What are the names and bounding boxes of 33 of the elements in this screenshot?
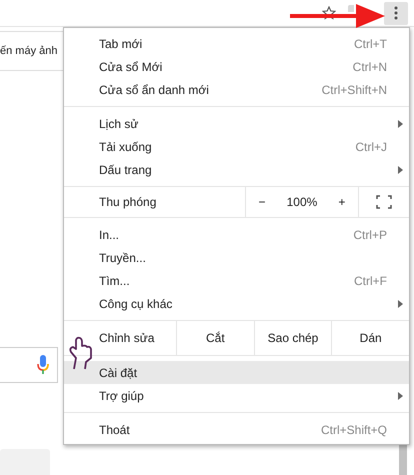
menu-item[interactable]: Lịch sử (64, 112, 409, 135)
shortcut-text: Ctrl+P (353, 228, 387, 242)
menu-item[interactable]: Cài đặt (64, 361, 409, 384)
shortcut-text: Ctrl+F (354, 274, 387, 288)
menu-item[interactable]: Trợ giúp (64, 384, 409, 407)
menu-item[interactable]: Tab mới Ctrl+T (64, 32, 409, 55)
menu-item[interactable]: Dấu trang (64, 158, 409, 181)
shortcut-text: Ctrl+N (352, 60, 387, 74)
result-text[interactable]: ến máy ảnh (0, 45, 58, 57)
star-icon[interactable] (322, 6, 336, 20)
pointer-arrow-icon (290, 1, 386, 31)
shortcut-text: Ctrl+T (354, 36, 387, 50)
more-icon (394, 6, 398, 20)
menu-button[interactable] (384, 2, 408, 24)
menu-item[interactable]: In... Ctrl+P (64, 223, 409, 246)
menu-item[interactable]: Truyền... (64, 246, 409, 269)
scrollbar[interactable] (399, 445, 407, 475)
menu-item[interactable]: Thoát Ctrl+Shift+Q (64, 418, 409, 441)
menu-item[interactable]: Tìm... Ctrl+F (64, 269, 409, 292)
shortcut-text: Ctrl+Shift+N (322, 82, 387, 96)
shortcut-text: Ctrl+J (355, 140, 387, 154)
zoom-out-button[interactable]: − (254, 193, 270, 211)
hand-cursor-icon (68, 336, 94, 370)
microphone-icon[interactable] (37, 355, 49, 375)
menu-item[interactable]: Cửa sổ ẩn danh mới Ctrl+Shift+N (64, 78, 409, 101)
zoom-value: 100% (286, 195, 318, 209)
zoom-in-button[interactable]: + (334, 193, 350, 211)
menu-item[interactable]: Công cụ khác (64, 292, 409, 315)
shortcut-text: Ctrl+Shift+Q (320, 422, 387, 436)
fullscreen-icon[interactable] (376, 195, 392, 209)
search-field[interactable] (0, 347, 58, 383)
menu-item[interactable]: Cửa sổ Mới Ctrl+N (64, 55, 409, 78)
menu-item[interactable]: Tải xuống Ctrl+J (64, 135, 409, 158)
